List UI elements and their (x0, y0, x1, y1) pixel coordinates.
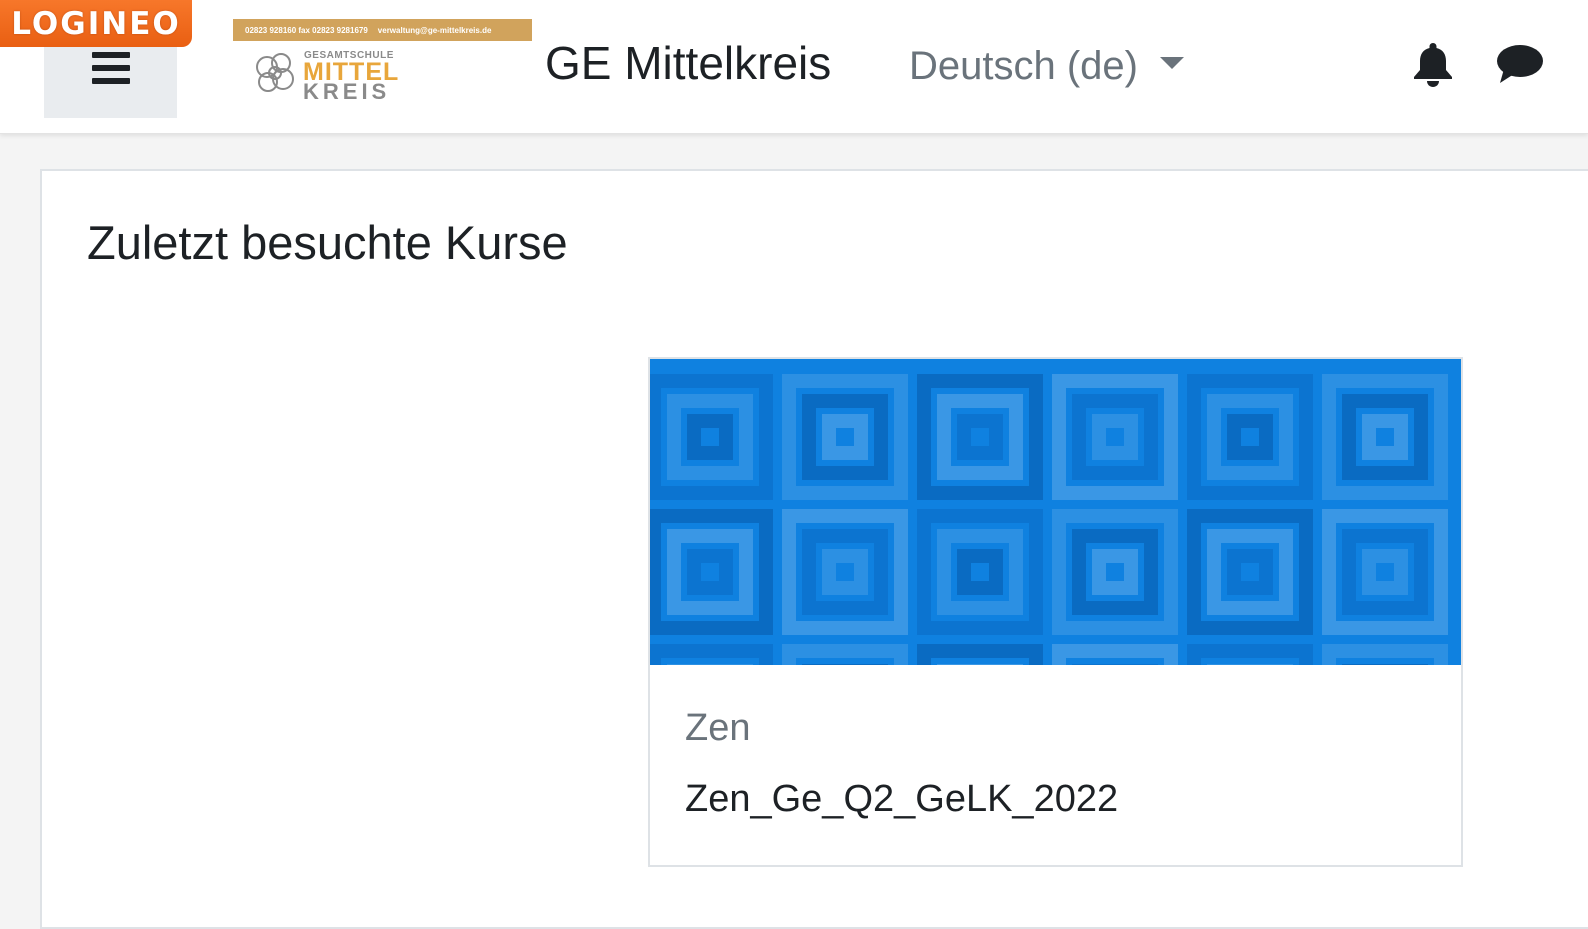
navbar: LOGINEO 02823 928160 fax 02823 9281679 v… (0, 0, 1588, 134)
logo-line-kreis: KREIS (303, 79, 391, 104)
pattern-tile (1052, 374, 1178, 500)
course-category: Zen (685, 707, 751, 749)
school-logo[interactable]: 02823 928160 fax 02823 9281679 verwaltun… (233, 19, 532, 109)
course-card[interactable]: Zen Zen_Ge_Q2_GeLK_2022 (648, 357, 1463, 867)
logo-circles-icon (256, 53, 294, 92)
course-image[interactable] (650, 359, 1461, 665)
pattern-tile (1052, 509, 1178, 635)
pattern-tile (917, 644, 1043, 665)
pattern-tile (1187, 509, 1313, 635)
pattern-tile (1187, 644, 1313, 665)
pattern-tile (1322, 374, 1448, 500)
pattern-tile (782, 644, 908, 665)
pattern-tile (1322, 644, 1448, 665)
logo-email-text: verwaltung@ge-mittelkreis.de (377, 25, 492, 35)
pattern-tile (917, 374, 1043, 500)
bell-icon[interactable] (1409, 40, 1457, 88)
section-title: Zuletzt besuchte Kurse (87, 216, 568, 269)
language-selector[interactable]: Deutsch (de) (909, 41, 1184, 91)
site-name[interactable]: GE Mittelkreis (545, 36, 831, 90)
pattern-tile (917, 509, 1043, 635)
pattern-tile (1322, 509, 1448, 635)
logo-phone-text: 02823 928160 fax 02823 9281679 (245, 25, 368, 35)
language-label: Deutsch (de) (909, 43, 1138, 88)
course-card-body: Zen Zen_Ge_Q2_GeLK_2022 (650, 665, 1461, 865)
hamburger-icon (91, 52, 130, 84)
caret-down-icon (1159, 57, 1184, 69)
pattern-tile (1187, 374, 1313, 500)
recent-courses-block: Zuletzt besuchte Kurse Zen Zen_Ge_Q2_GeL… (40, 169, 1588, 929)
pattern-tile (782, 509, 908, 635)
pattern-tile (650, 644, 773, 665)
pattern-tile (650, 509, 773, 635)
course-name-link[interactable]: Zen_Ge_Q2_GeLK_2022 (685, 778, 1118, 821)
logo-contact-strip: 02823 928160 fax 02823 9281679 verwaltun… (233, 19, 532, 41)
logineo-badge: LOGINEO (0, 0, 192, 47)
pattern-tile (1052, 644, 1178, 665)
pattern-tile (782, 374, 908, 500)
pattern-tile (650, 374, 773, 500)
chat-icon[interactable] (1496, 40, 1544, 88)
